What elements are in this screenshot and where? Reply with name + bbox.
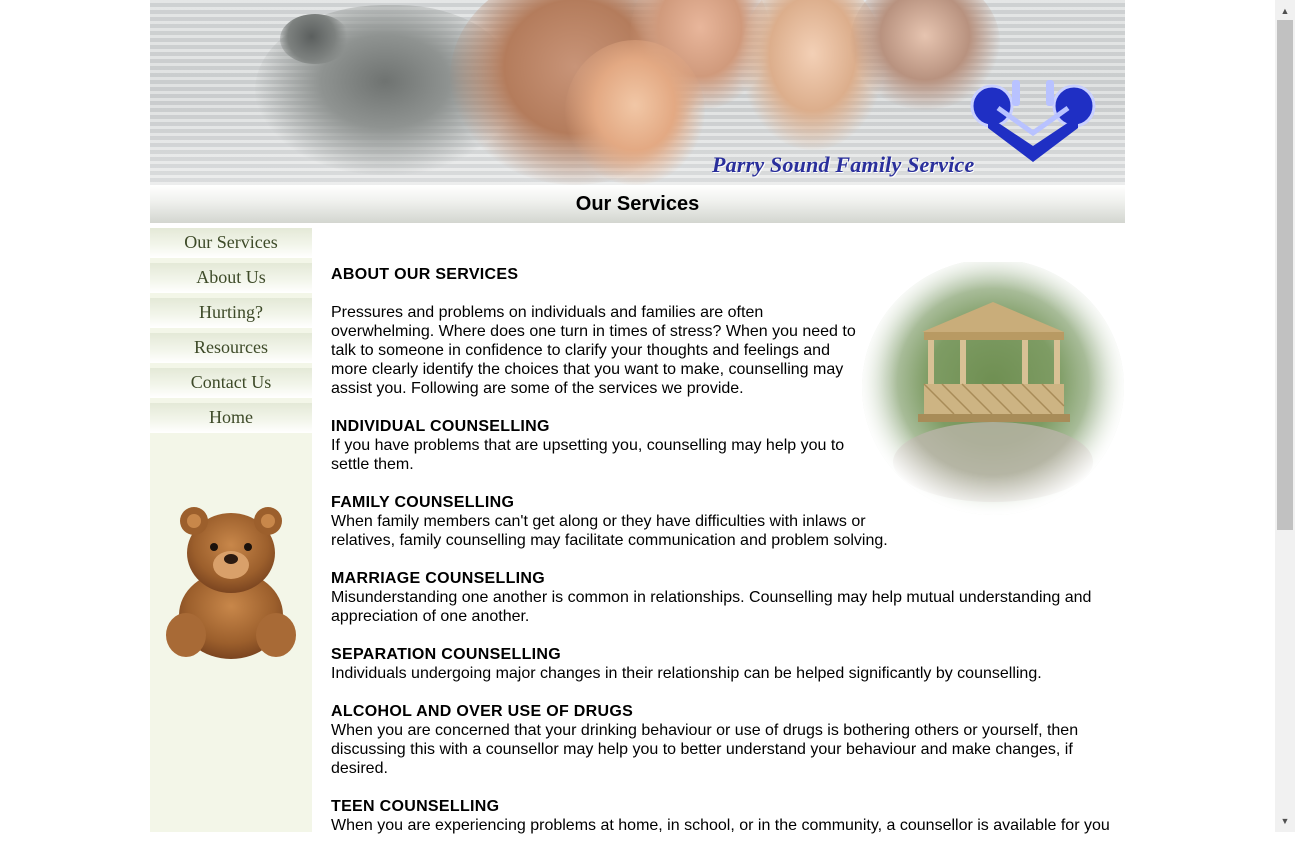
nav-our-services[interactable]: Our Services (150, 228, 312, 258)
about-heading: ABOUT OUR SERVICES (331, 266, 519, 283)
family-photo-toddler (565, 40, 705, 185)
page-title: Our Services (575, 193, 700, 215)
header-banner: Parry Sound Family Service (150, 0, 1125, 185)
nav-label: Resources (194, 337, 268, 357)
section-teen: TEEN COUNSELLING When you are experienci… (331, 797, 1125, 835)
nav-hurting[interactable]: Hurting? (150, 298, 312, 328)
vertical-scrollbar[interactable]: ▲ ▼ (1275, 0, 1295, 832)
section-text: Individuals undergoing major changes in … (331, 665, 1042, 682)
nav-label: Our Services (184, 232, 278, 252)
nav-label: About Us (196, 267, 266, 287)
section-text: When family members can't get along or t… (331, 513, 888, 549)
section-title: TEEN COUNSELLING (331, 798, 500, 815)
section-text: When you are experiencing problems at ho… (331, 817, 1110, 834)
scrollbar-thumb[interactable] (1277, 20, 1293, 530)
section-title: MARRIAGE COUNSELLING (331, 570, 545, 587)
section-alcohol-drugs: ALCOHOL AND OVER USE OF DRUGS When you a… (331, 702, 1121, 778)
page-title-bar: Our Services (150, 185, 1125, 223)
nav-resources[interactable]: Resources (150, 333, 312, 363)
section-title: FAMILY COUNSELLING (331, 494, 515, 511)
nav-label: Home (209, 407, 253, 427)
nav-contact-us[interactable]: Contact Us (150, 368, 312, 398)
nav-about-us[interactable]: About Us (150, 263, 312, 293)
nav-label: Contact Us (190, 372, 272, 392)
nav-home[interactable]: Home (150, 403, 312, 433)
sidebar: Our Services About Us Hurting? Resources… (150, 228, 312, 832)
section-title: INDIVIDUAL COUNSELLING (331, 418, 550, 435)
teddy-bear-image (166, 507, 296, 659)
main-content: ABOUT OUR SERVICES Pressures and problem… (331, 263, 1125, 854)
nav-label: Hurting? (199, 302, 263, 322)
section-text: If you have problems that are upsetting … (331, 437, 845, 473)
scroll-up-arrow-icon[interactable]: ▲ (1275, 2, 1295, 20)
scroll-down-arrow-icon[interactable]: ▼ (1275, 812, 1295, 830)
section-individual: INDIVIDUAL COUNSELLING If you have probl… (331, 417, 861, 474)
loon-head-image (280, 14, 350, 64)
family-service-logo-icon (970, 80, 1096, 162)
section-family: FAMILY COUNSELLING When family members c… (331, 493, 931, 550)
intro-paragraph: Pressures and problems on individuals an… (331, 304, 856, 397)
page: Parry Sound Family Service Our Services … (150, 0, 1125, 834)
section-marriage: MARRIAGE COUNSELLING Misunderstanding on… (331, 569, 1121, 626)
section-text: When you are concerned that your drinkin… (331, 722, 1079, 777)
section-title: SEPARATION COUNSELLING (331, 646, 562, 663)
brand-name: Parry Sound Family Service (712, 152, 975, 177)
section-text: Misunderstanding one another is common i… (331, 589, 1092, 625)
section-separation: SEPARATION COUNSELLING Individuals under… (331, 645, 1121, 683)
section-title: ALCOHOL AND OVER USE OF DRUGS (331, 703, 634, 720)
